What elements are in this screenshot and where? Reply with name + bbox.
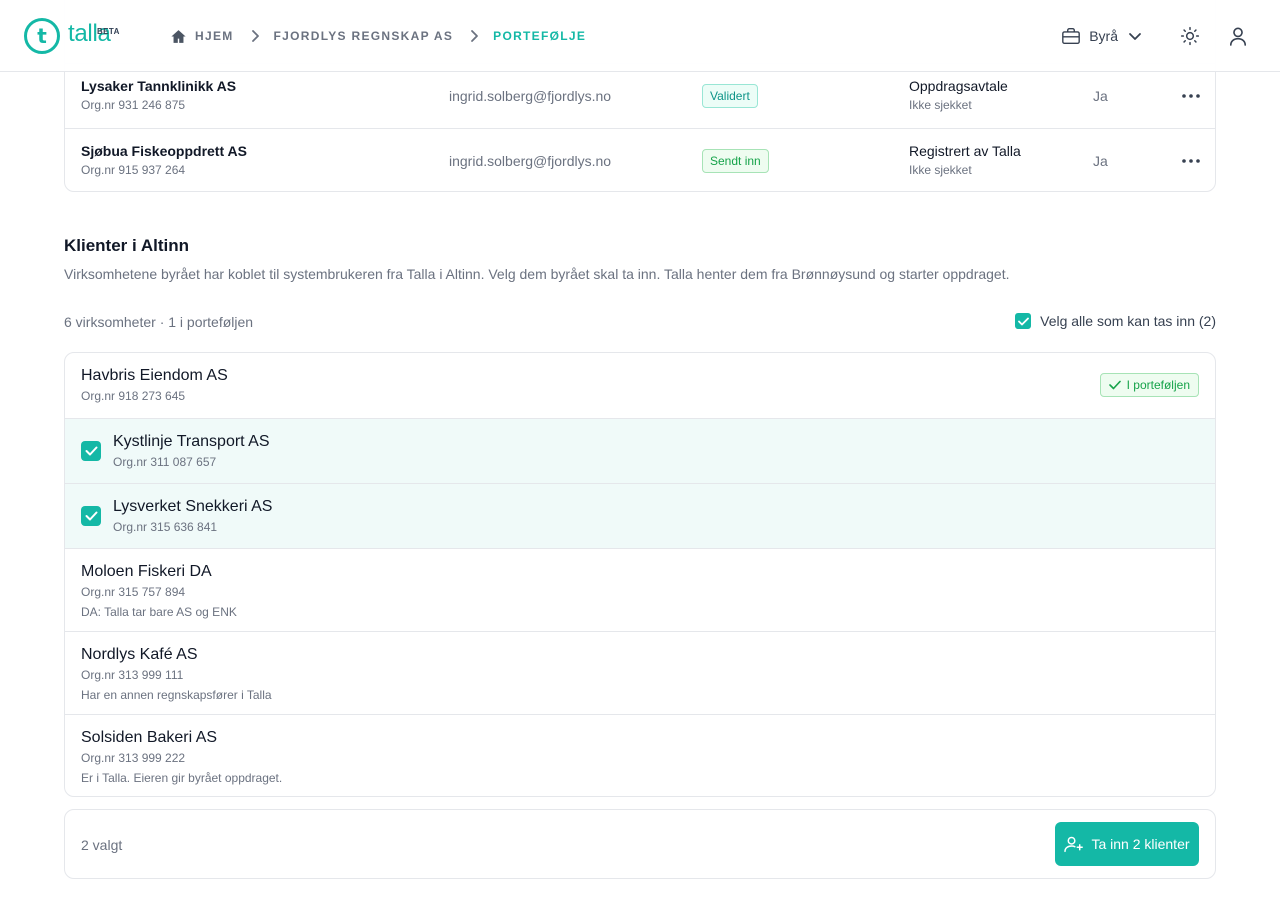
- client-email: ingrid.solberg@fjordlys.no: [449, 153, 612, 169]
- client-name: Moloen Fiskeri DA: [81, 563, 212, 580]
- sun-icon: [1180, 26, 1200, 46]
- checkbox-checked-icon: [85, 511, 97, 521]
- logo-mark-icon: t: [24, 18, 60, 54]
- client-note: DA: Talla tar bare AS og ENK: [81, 605, 237, 619]
- client-checkbox[interactable]: [81, 441, 101, 461]
- client-name: Nordlys Kafé AS: [81, 646, 198, 663]
- client-name: Lysaker Tannklinikk AS: [81, 78, 237, 94]
- more-horizontal-icon: [1182, 159, 1200, 163]
- org-switcher-label: Byrå: [1089, 28, 1118, 44]
- checkbox-checked-icon: [1015, 313, 1032, 329]
- header-actions: Byrå: [1061, 22, 1252, 50]
- breadcrumb-current: PORTEFØLJE: [493, 29, 587, 43]
- user-plus-icon: [1064, 836, 1084, 853]
- user-menu-button[interactable]: [1224, 22, 1252, 50]
- client-name: Havbris Eiendom AS: [81, 367, 228, 384]
- client-note: Har en annen regnskapsfører i Talla: [81, 688, 272, 702]
- select-all-label: Velg alle som kan tas inn (2): [1040, 313, 1216, 329]
- breadcrumb-org[interactable]: FJORDLYS REGNSKAP AS: [274, 29, 454, 43]
- user-icon: [1229, 27, 1247, 46]
- check-icon: [1108, 380, 1121, 390]
- section-description: Virksomhetene byrået har koblet til syst…: [64, 266, 1010, 282]
- org-switcher[interactable]: Byrå: [1061, 27, 1142, 45]
- breadcrumb-home-label: HJEM: [195, 29, 234, 43]
- chevron-right-icon: [469, 29, 479, 43]
- client-org-number: Org.nr 315 757 894: [81, 585, 186, 599]
- app-header: t talla BETA HJEM FJORDLYS REGNSKAP AS P…: [0, 0, 1280, 72]
- client-active: Ja: [1093, 88, 1108, 104]
- list-item: Havbris Eiendom AS Org.nr 918 273 645 I …: [65, 353, 1215, 418]
- import-clients-label: Ta inn 2 klienter: [1091, 836, 1190, 852]
- status-badge: Validert: [702, 84, 758, 108]
- home-icon: [171, 29, 186, 43]
- in-portfolio-badge: I porteføljen: [1099, 373, 1199, 397]
- more-horizontal-icon: [1182, 94, 1200, 98]
- talla-logo[interactable]: t talla: [24, 18, 111, 54]
- client-org-number: Org.nr 313 999 222: [81, 751, 186, 765]
- breadcrumb-home[interactable]: HJEM: [170, 28, 234, 45]
- client-org-number: Org.nr 315 636 841: [113, 520, 218, 534]
- list-item[interactable]: Kystlinje Transport AS Org.nr 311 087 65…: [65, 418, 1215, 483]
- beta-badge: BETA: [97, 27, 120, 36]
- client-org-number: Org.nr 313 999 111: [81, 668, 184, 682]
- client-org-number: Org.nr 931 246 875: [81, 98, 186, 112]
- client-note: Er i Talla. Eieren gir byrået oppdraget.: [81, 771, 283, 785]
- selected-count: 2 valgt: [81, 837, 123, 853]
- list-item: Solsiden Bakeri AS Org.nr 313 999 222 Er…: [65, 714, 1215, 796]
- chevron-right-icon: [250, 29, 260, 43]
- client-name: Sjøbua Fiskeoppdrett AS: [81, 143, 247, 159]
- client-check-status: Ikke sjekket: [909, 98, 972, 112]
- breadcrumb: HJEM FJORDLYS REGNSKAP AS PORTEFØLJE: [170, 26, 586, 46]
- client-source: Registrert av Talla: [909, 143, 1021, 159]
- client-check-status: Ikke sjekket: [909, 163, 972, 177]
- client-email: ingrid.solberg@fjordlys.no: [449, 88, 612, 104]
- status-badge: Sendt inn: [702, 149, 769, 173]
- list-item: Nordlys Kafé AS Org.nr 313 999 111 Har e…: [65, 631, 1215, 714]
- client-org-number: Org.nr 918 273 645: [81, 389, 186, 403]
- altinn-client-list: Havbris Eiendom AS Org.nr 918 273 645 I …: [64, 352, 1216, 797]
- client-name: Lysverket Snekkeri AS: [113, 498, 273, 515]
- client-count: 6 virksomheter · 1 i porteføljen: [64, 314, 254, 330]
- client-org-number: Org.nr 311 087 657: [113, 455, 217, 469]
- client-active: Ja: [1093, 153, 1108, 169]
- selection-action-bar: 2 valgt Ta inn 2 klienter: [64, 809, 1216, 879]
- checkbox-checked-icon: [85, 446, 97, 456]
- client-source: Oppdragsavtale: [909, 78, 1008, 94]
- client-name: Solsiden Bakeri AS: [81, 729, 218, 746]
- import-clients-button[interactable]: Ta inn 2 klienter: [1055, 822, 1199, 866]
- client-org-number: Org.nr 915 937 264: [81, 163, 186, 177]
- theme-toggle-button[interactable]: [1176, 22, 1204, 50]
- table-row[interactable]: Lysaker Tannklinikk AS Org.nr 931 246 87…: [65, 63, 1215, 128]
- list-item: Moloen Fiskeri DA Org.nr 315 757 894 DA:…: [65, 548, 1215, 631]
- client-checkbox[interactable]: [81, 506, 101, 526]
- list-item[interactable]: Lysverket Snekkeri AS Org.nr 315 636 841: [65, 483, 1215, 548]
- briefcase-icon: [1062, 27, 1081, 45]
- section-title: Klienter i Altinn: [64, 236, 189, 255]
- row-menu-button[interactable]: [1179, 86, 1203, 106]
- client-name: Kystlinje Transport AS: [113, 433, 270, 450]
- chevron-down-icon: [1129, 33, 1141, 40]
- select-all-checkbox[interactable]: Velg alle som kan tas inn (2): [1015, 313, 1216, 329]
- table-row[interactable]: Sjøbua Fiskeoppdrett AS Org.nr 915 937 2…: [65, 128, 1215, 191]
- row-menu-button[interactable]: [1179, 151, 1203, 171]
